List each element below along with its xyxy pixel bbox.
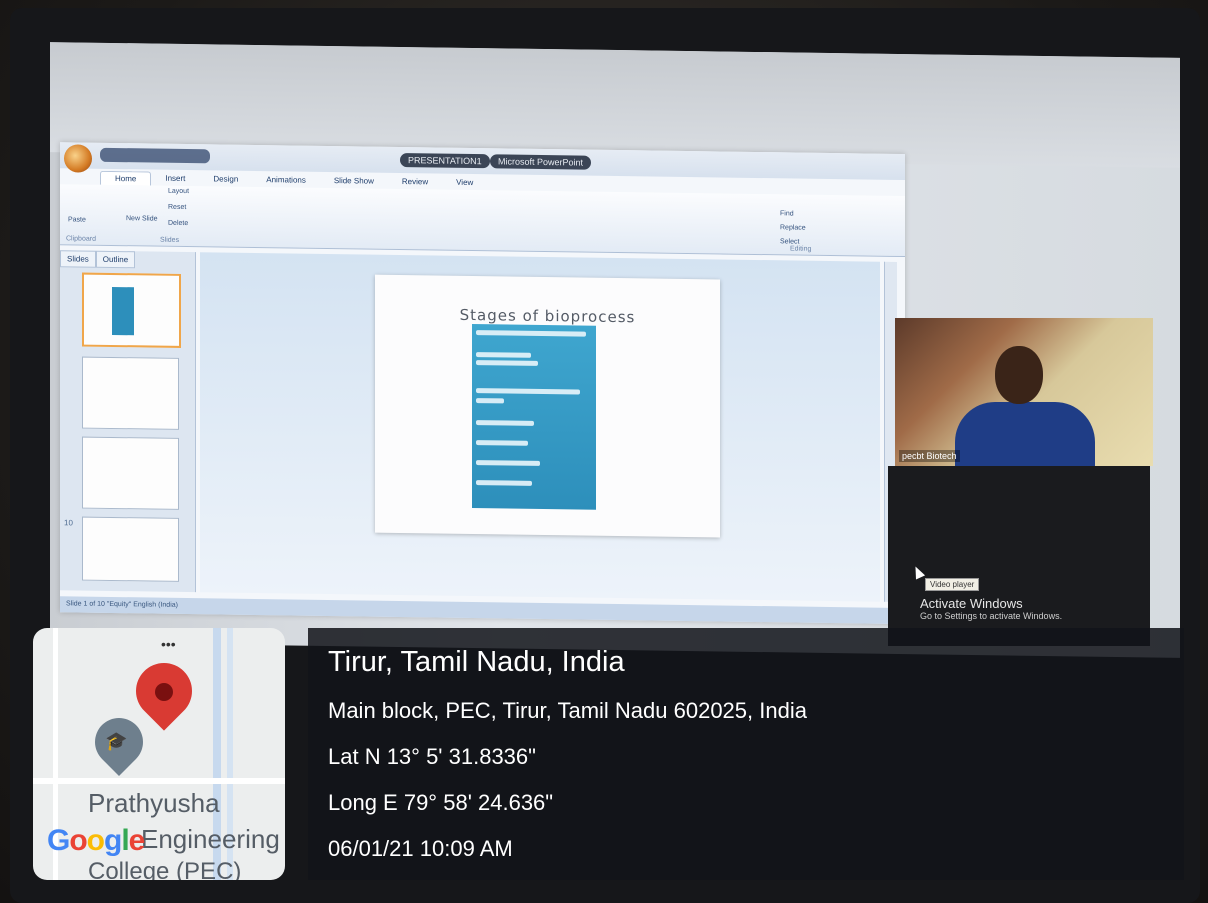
slide-number: 10 <box>64 518 73 528</box>
latitude-line: Lat N 13° 5' 31.8336" <box>328 744 536 769</box>
longitude-line: Long E 79° 58' 24.636" <box>328 790 554 815</box>
panel-tabs: Slides Outline <box>60 250 195 269</box>
datetime-line: 06/01/21 10:09 AM <box>328 836 513 861</box>
slide-thumbnail[interactable] <box>82 516 179 582</box>
tab-design[interactable]: Design <box>199 172 252 187</box>
participant-head <box>995 346 1043 404</box>
new-slide-button[interactable]: New Slide <box>126 215 162 223</box>
participant-body <box>955 402 1095 466</box>
clipboard-group-label: Clipboard <box>66 235 96 243</box>
activate-title: Activate Windows <box>920 596 1023 611</box>
delete-button[interactable]: Delete <box>168 220 188 227</box>
more-options-icon[interactable]: ••• <box>161 636 176 652</box>
slide-title: Stages of bioprocess <box>459 305 636 327</box>
layout-button[interactable]: Layout <box>168 188 189 195</box>
activate-subtitle: Go to Settings to activate Windows. <box>920 611 1063 621</box>
quick-access-icons[interactable] <box>100 147 210 164</box>
current-slide[interactable]: Stages of bioprocess <box>375 274 720 538</box>
ribbon: Paste Clipboard Layout Reset Delete New … <box>60 184 905 258</box>
map-place-label-2: Engineering <box>141 824 280 854</box>
slides-panel: Slides Outline 10 <box>60 250 196 593</box>
tab-outline[interactable]: Outline <box>95 250 136 269</box>
tab-insert[interactable]: Insert <box>151 172 199 187</box>
slide-thumbnail[interactable] <box>82 436 179 510</box>
window-title-app: Microsoft PowerPoint <box>490 154 592 170</box>
paste-button[interactable]: Paste <box>68 216 86 223</box>
tab-home[interactable]: Home <box>100 170 152 186</box>
location-title: Tirur, Tamil Nadu, India <box>328 646 625 678</box>
tab-animations[interactable]: Animations <box>252 173 320 188</box>
tab-slides[interactable]: Slides <box>60 250 96 268</box>
address-line: Main block, PEC, Tirur, Tamil Nadu 60202… <box>328 698 807 723</box>
activate-windows-watermark: Activate Windows Go to Settings to activ… <box>920 596 1062 621</box>
tooltip: Video player <box>925 578 980 591</box>
map-place-label-3: College (PEC) <box>88 858 242 880</box>
video-tile[interactable]: pecbt Biotech <box>895 318 1153 466</box>
window-title-document: PRESENTATION1 <box>400 152 490 169</box>
office-button-icon[interactable] <box>64 144 92 173</box>
graduation-cap-icon: 🎓 <box>105 731 128 751</box>
status-bar: Slide 1 of 10 "Equity" English (India) <box>60 596 905 625</box>
participant-name: pecbt Biotech <box>899 450 960 462</box>
map-thumbnail[interactable]: ••• 🎓 Prathyusha Engineering College (PE… <box>33 628 285 880</box>
replace-button[interactable]: Replace <box>780 224 806 231</box>
slide-editing-area: Stages of bioprocess <box>200 252 880 602</box>
slide-thumbnail[interactable] <box>82 272 181 348</box>
location-pin-dot <box>155 683 173 701</box>
editing-group-label: Editing <box>790 245 812 253</box>
slide-content-box <box>472 324 596 510</box>
map-place-label: Prathyusha <box>88 788 220 818</box>
reset-button[interactable]: Reset <box>168 204 186 211</box>
google-logo: Google <box>47 824 145 857</box>
powerpoint-window: PRESENTATION1 Microsoft PowerPoint Home … <box>60 142 905 625</box>
location-caption: Tirur, Tamil Nadu, India Main block, PEC… <box>308 628 1184 880</box>
slides-group-label: Slides <box>160 236 180 244</box>
find-button[interactable]: Find <box>780 210 794 217</box>
slide-thumbnail[interactable] <box>82 356 179 430</box>
tab-review[interactable]: Review <box>388 175 442 190</box>
tab-slide-show[interactable]: Slide Show <box>320 174 388 189</box>
tab-view[interactable]: View <box>442 176 487 191</box>
